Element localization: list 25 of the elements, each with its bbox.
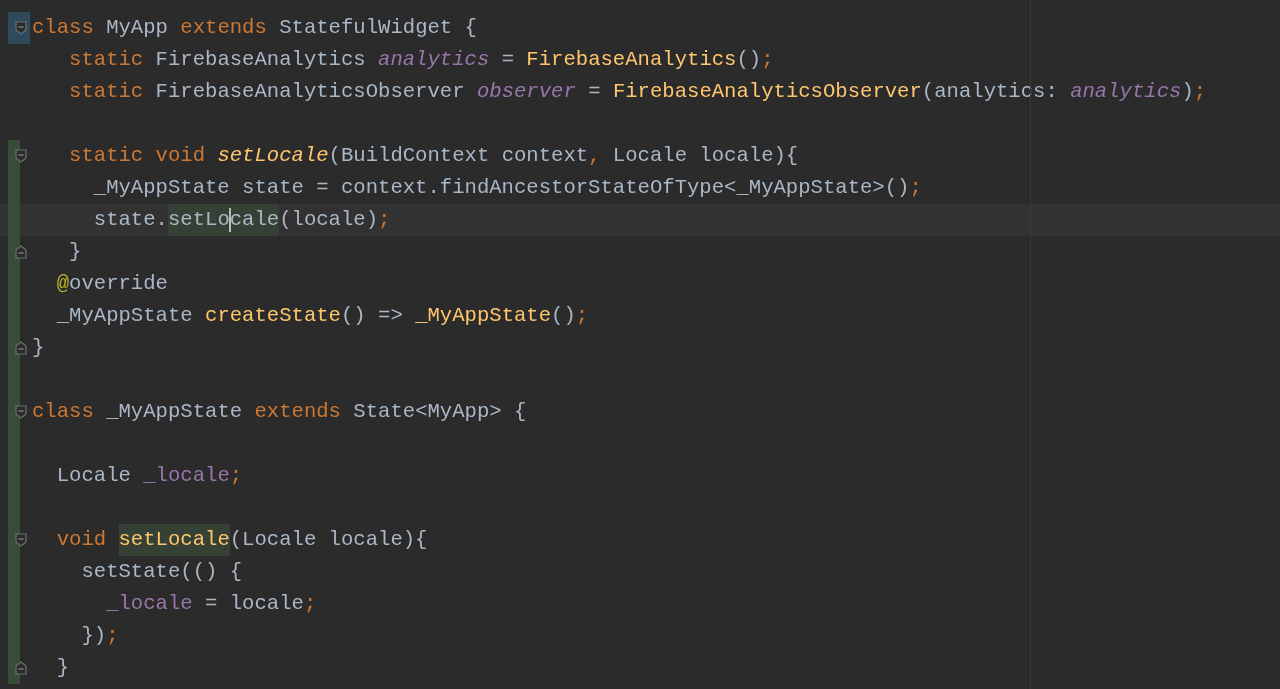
fold-marker-icon[interactable] — [15, 21, 27, 35]
code-line: class _MyAppState extends State<MyApp> { — [32, 399, 527, 425]
code-line: static FirebaseAnalyticsObserver observer = FirebaseAnalyticsObserver(analytics: analytics); — [68, 79, 1207, 105]
code-line: } — [32, 335, 45, 361]
code-line: _MyAppState createState() => _MyAppState(); — [55, 303, 589, 329]
fold-marker-icon[interactable] — [15, 245, 27, 259]
code-line: _MyAppState state = context.findAncestorStateOfType<_MyAppState>(); — [92, 175, 922, 201]
code-line: } — [55, 655, 70, 681]
fold-marker-icon[interactable] — [15, 341, 27, 355]
code-line: }); — [80, 623, 119, 649]
code-line: void setLocale(Locale locale){ — [32, 524, 428, 556]
code-line: @override — [55, 271, 168, 297]
fold-marker-icon[interactable] — [15, 149, 27, 163]
fold-marker-icon[interactable] — [15, 661, 27, 675]
code-line: setState(() { — [80, 559, 243, 585]
text-cursor — [228, 208, 231, 232]
code-line: _locale = locale; — [105, 591, 317, 617]
code-line: static void setLocale(BuildContext context, Locale locale){ — [68, 143, 799, 169]
fold-marker-icon[interactable] — [15, 533, 27, 547]
fold-marker-icon[interactable] — [15, 405, 27, 419]
code-line: Locale _locale; — [55, 463, 243, 489]
code-line: state.setLocale(locale); — [32, 204, 391, 236]
code-line: static FirebaseAnalytics analytics = FirebaseAnalytics(); — [68, 47, 774, 73]
code-line: class MyApp extends StatefulWidget { — [32, 15, 477, 41]
code-line: } — [68, 239, 82, 265]
